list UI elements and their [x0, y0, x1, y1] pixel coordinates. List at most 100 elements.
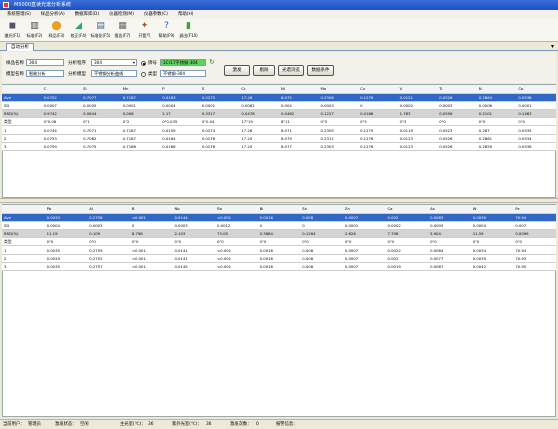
model-name-field[interactable]: 智能分析: [26, 70, 64, 77]
table-cell: 0.0462: [278, 109, 319, 119]
table-row[interactable]: 1 0.0744 0.7071 0.7187 0.0159 0.0274 17.26 8.07…: [2, 125, 556, 135]
toolbar-button[interactable]: ? 帮助(F9): [157, 21, 176, 41]
sample-name-field[interactable]: 304: [26, 59, 64, 66]
table-cell: 70.94: [513, 213, 556, 222]
analysis-model-field[interactable]: 不锈钢分析曲线: [91, 70, 137, 77]
table-row[interactable]: 类型 0"0.06 0"1 0"2 0"0.035 0"0.04 17"19 8"11 0"3 0…: [2, 117, 556, 127]
column-header[interactable]: Cu: [358, 85, 398, 94]
toolbar-button[interactable]: ▦ 报告(F7): [113, 21, 132, 41]
tab-close-icon[interactable]: ▾: [551, 43, 554, 50]
menu-item[interactable]: 系统管理(S): [4, 10, 34, 19]
column-header[interactable]: W: [470, 205, 514, 214]
table-row[interactable]: 2 0.0029 0.2752 <0.001 0.0147 <0.001 0.0016 0.0…: [2, 254, 556, 263]
table-cell: 0.0002: [385, 221, 429, 231]
column-header[interactable]: As: [428, 205, 471, 214]
toolbar-button[interactable]: ✦ 开氩气: [135, 21, 154, 41]
table-row[interactable]: SD 0.0004 0.0003 0 0.0003 0.0012 0 0 0.0001 0.000…: [2, 221, 556, 231]
column-header[interactable]: B: [129, 205, 173, 214]
table-row[interactable]: SD 0.0007 0.0005 0.0001 0.0004 0.0001 0.0082 0.…: [2, 101, 556, 111]
table-cell: 0.0001: [120, 101, 161, 111]
column-header[interactable]: Co: [516, 85, 556, 94]
column-header[interactable]: N: [476, 85, 517, 94]
table-cell: 11.19: [44, 229, 88, 239]
spectrum-browse-button[interactable]: 光谱浏览: [278, 65, 304, 76]
table-cell: 类型: [2, 237, 45, 247]
table-cell: 0"3: [358, 117, 398, 127]
table-cell: RSD(%): [2, 229, 45, 239]
column-header[interactable]: Al: [87, 205, 130, 214]
grade-radio[interactable]: [141, 61, 146, 66]
toolbar-button[interactable]: ◢ 校正(F4): [69, 21, 88, 41]
uv-chamber-value: 36: [206, 422, 212, 427]
table-cell: 0.0536: [516, 142, 556, 152]
tab-auto-analysis[interactable]: 自动分析: [6, 43, 34, 51]
column-header[interactable]: Ti: [437, 85, 477, 94]
program-label: 分析程序: [68, 61, 86, 66]
sample-name-label: 样品名称: [6, 61, 24, 66]
table-row[interactable]: Ave 0.0752 0.7077 0.7187 0.0163 0.0275 17.26 8.…: [2, 93, 556, 102]
table-cell: 0.0003: [437, 101, 477, 111]
refresh-icon[interactable]: ↻: [209, 58, 215, 66]
menu-item[interactable]: 帮助(H): [175, 10, 197, 19]
toolbar-label: 标准化(F5): [90, 33, 111, 38]
table-cell: 0"0: [385, 237, 429, 247]
table-cell: 0.0276: [199, 134, 240, 143]
data-options-button[interactable]: 数据条件: [307, 65, 334, 76]
table-row[interactable]: 3 0.0035 0.2757 <0.001 0.0145 <0.001 0.0016 0.0…: [2, 262, 556, 272]
column-header[interactable]: Fe: [513, 205, 556, 214]
table-row[interactable]: Ave 0.0033 0.2758 <0.001 0.0144 <0.001 0.0016 0…: [2, 213, 556, 222]
table-row[interactable]: RSD(%) 0.9742 0.0644 0.006 2.17 0.3317 0.0478 0…: [2, 109, 556, 119]
toolbar-label: 校正(F4): [70, 33, 87, 38]
column-header[interactable]: Cr: [239, 85, 279, 94]
column-header[interactable]: Pb: [44, 205, 88, 214]
menu-item[interactable]: 数据库库(D): [72, 10, 102, 19]
column-header[interactable]: S: [199, 85, 240, 94]
app-icon: [3, 2, 9, 8]
table-cell: <0.001: [129, 213, 173, 222]
table-row[interactable]: 3 0.0759 0.7075 0.7186 0.0166 0.0276 17.25 8.07…: [2, 142, 556, 152]
column-header[interactable]: [2, 85, 42, 94]
type-radio[interactable]: [141, 72, 146, 77]
toolbar-button[interactable]: ▮ 退出(F10): [179, 21, 198, 41]
grade-field[interactable]: 1Cr17不锈钢-304: [160, 59, 206, 66]
column-header[interactable]: Sn: [300, 205, 343, 214]
column-header[interactable]: Ni: [278, 85, 319, 94]
menu-item[interactable]: 仪器参数(C): [141, 10, 171, 19]
toolbar-button[interactable]: ▥ 标准(F2): [25, 21, 44, 41]
toolbar-button[interactable]: ▤ 标准化(F5): [90, 21, 111, 41]
toolbar-button[interactable]: ⬤ 样品(F3): [47, 21, 66, 41]
table-row[interactable]: RSD(%) 11.19 0.109 8.798 2.103 73.05 0.3684 0.1…: [2, 229, 556, 239]
program-select[interactable]: 304 ▾: [91, 59, 137, 66]
column-header[interactable]: Ca: [385, 205, 429, 214]
toolbar-button[interactable]: ◼ 激光(F1): [3, 21, 22, 41]
table-row[interactable]: 1 0.0035 0.2759 <0.001 0.0141 <0.001 0.0016 0.0…: [2, 245, 556, 255]
type-field[interactable]: 不锈钢-304: [160, 70, 206, 77]
column-header[interactable]: V: [397, 85, 438, 94]
delete-button[interactable]: 剔除: [253, 65, 275, 76]
table-cell: <0.001: [215, 213, 258, 222]
table-cell: 0.0644: [81, 109, 121, 119]
argon-icon: ✦: [140, 21, 149, 31]
table-row[interactable]: 类型 0"0 0"0 0"0 0"0 0"0 0"0 0"0 0"0 0"0 0"0 0"0 0"0: [2, 237, 556, 247]
menu-item[interactable]: 仪器检测(M): [106, 10, 137, 19]
table-cell: 0.2758: [87, 213, 130, 222]
column-header[interactable]: C: [41, 85, 82, 94]
column-header[interactable]: Mo: [318, 85, 359, 94]
column-header[interactable]: Zn: [342, 205, 386, 214]
table-cell: 0.1463: [516, 109, 556, 119]
excite-button[interactable]: 激发: [224, 65, 250, 76]
column-header[interactable]: P: [160, 85, 200, 94]
column-header[interactable]: [2, 205, 45, 214]
table-cell: <0.001: [215, 254, 258, 263]
pane-splitter[interactable]: [0, 198, 558, 203]
column-header[interactable]: Mn: [120, 85, 161, 94]
column-header[interactable]: Bi: [257, 205, 301, 214]
table-cell: 0.0003: [87, 221, 130, 231]
column-header[interactable]: Nb: [172, 205, 216, 214]
column-header[interactable]: Sb: [215, 205, 258, 214]
menu-item[interactable]: 样品分析(A): [38, 10, 68, 19]
table-row[interactable]: 2 0.0753 0.7082 0.7187 0.0164 0.0276 17.25 8.07…: [2, 134, 556, 143]
excite-state-label: 激发状态：: [55, 422, 77, 427]
column-header[interactable]: Si: [81, 85, 121, 94]
alarm-label: 报警信息：: [276, 422, 298, 427]
